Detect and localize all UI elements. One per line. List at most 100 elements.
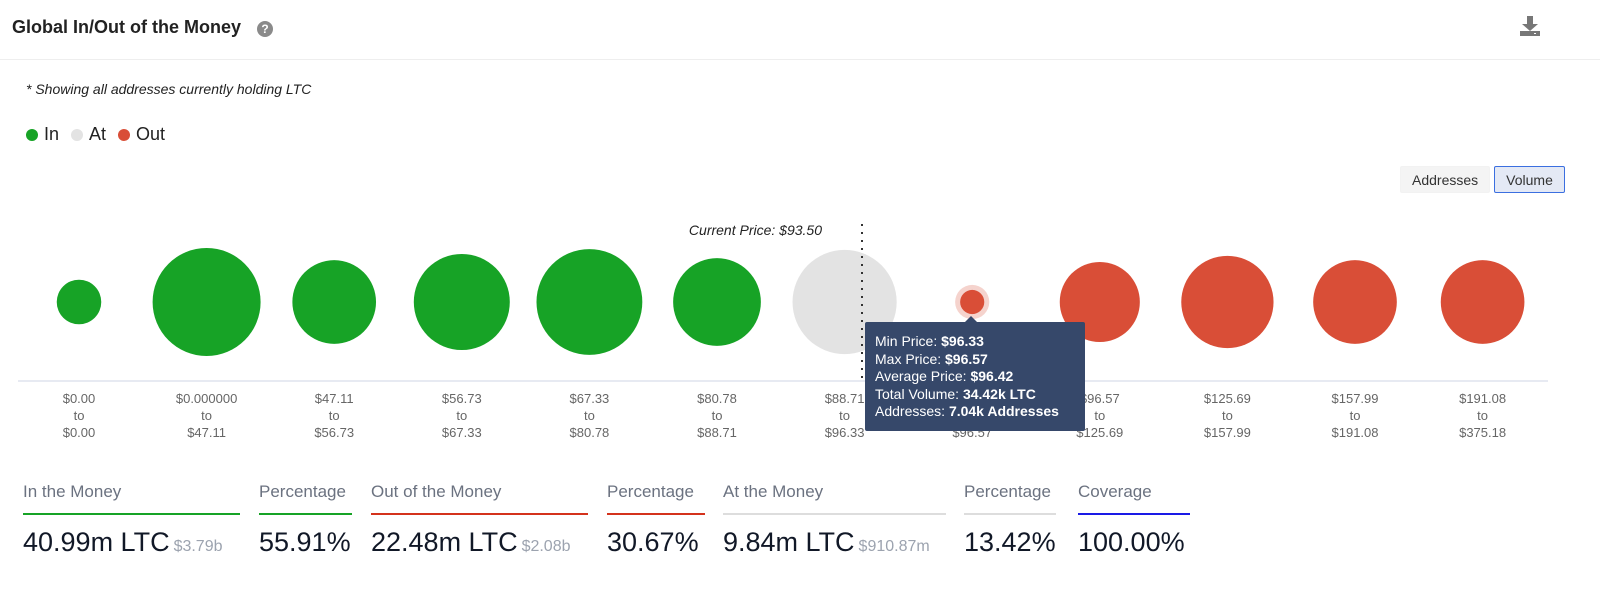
stat-usd-value: $3.79b [173,538,223,555]
bucket-range-label: $375.18 [1459,425,1506,440]
legend-out[interactable]: Out [118,124,165,145]
stat-main-value: 30.67% [607,527,699,557]
bucket-range-label: $67.33 [570,391,610,406]
legend-dot-out [118,128,131,141]
bucket-range-label: to [329,408,340,423]
stat-main-value: 13.42% [964,527,1056,557]
stat-value: 9.84m LTC $910.87m [723,527,946,558]
tooltip-row: Min Price: $96.33 [875,333,1075,351]
tooltip-value: 7.04k Addresses [948,403,1059,419]
tooltip-row: Addresses: 7.04k Addresses [875,403,1075,421]
stat-color-bar [371,513,588,515]
tooltip-row: Average Price: $96.42 [875,368,1075,386]
bucket-range-label: $80.78 [697,391,737,406]
stat-percentage: Percentage 13.42% [964,482,1056,558]
bubble-in[interactable] [536,249,643,355]
stat-label: Percentage [964,482,1051,501]
bucket-range-label: $56.73 [314,425,354,440]
legend-in[interactable]: In [26,124,59,145]
stat-color-bar [723,513,946,515]
stat-label: Percentage [607,482,694,501]
stat-color-bar [964,513,1056,515]
stat-label: Coverage [1078,482,1152,501]
tooltip-value: $96.33 [941,333,984,349]
widget-header: Global In/Out of the Money ? [0,0,1600,60]
stat-usd-value: $910.87m [858,538,930,555]
bucket-range-label: $157.99 [1332,391,1379,406]
holding-note: * Showing all addresses currently holdin… [26,81,312,97]
bubble-out[interactable] [1440,260,1525,344]
stat-color-bar [23,513,240,515]
bucket-range-label: $96.33 [825,425,865,440]
bubble-out[interactable] [1181,255,1274,349]
stat-value: 13.42% [964,527,1056,558]
legend-label: Out [136,124,166,144]
stat-label: Percentage [259,482,346,501]
tooltip-label: Addresses: [875,403,949,419]
bubble-in[interactable] [56,279,102,325]
legend-label: In [44,124,60,144]
addresses-button[interactable]: Addresses [1400,166,1491,193]
download-icon[interactable] [1519,15,1541,37]
current-price-label: Current Price: $93.50 [689,222,822,238]
bubble-chart: $0.00 to $0.00 $0.000000 to $47.11 $47.11 to $56… [18,222,1548,440]
question-circle-icon[interactable]: ? [257,21,273,37]
bubble-out[interactable] [960,289,985,315]
tooltip-value: $96.57 [945,350,988,367]
bucket-range-label: $47.11 [315,391,354,406]
tooltip-row: Total Volume: 34.42k LTC [875,386,1075,404]
bucket-range-label: to [74,408,85,423]
bubble-in[interactable] [413,254,510,350]
legend: In At Out [26,124,165,145]
stat-usd-value: $2.08b [521,538,571,555]
bucket-range-label: to [1222,408,1233,423]
bucket-range-label: to [1350,408,1361,423]
stat-out-of-the-money: Out of the Money 22.48m LTC $2.08b [371,482,588,558]
stat-value: 22.48m LTC $2.08b [371,527,588,558]
bucket-range-label: $0.00 [63,391,96,406]
stat-at-the-money: At the Money 9.84m LTC $910.87m [723,482,946,558]
tooltip-value: $96.42 [970,368,1014,384]
stat-label: Out of the Money [371,482,502,501]
stat-label: In the Money [23,482,122,501]
metric-toggle: Addresses Volume [1400,166,1565,193]
bubble-in[interactable] [292,260,377,344]
bucket-range-label: $67.33 [442,425,482,440]
tooltip-value: 34.42k LTC [962,385,1036,402]
bubble-in[interactable] [152,248,261,356]
bucket-range-label: to [1094,408,1105,423]
legend-label: At [89,124,107,144]
legend-at[interactable]: At [71,124,106,145]
tooltip-row: Max Price: $96.57 [875,351,1075,369]
stat-main-value: 100.00% [1078,527,1185,557]
stat-color-bar [1078,513,1190,515]
bubble-in[interactable] [673,258,761,346]
bucket-range-label: $157.99 [1204,425,1251,440]
tooltip-label: Average Price: [875,368,971,384]
bucket-range-label: $88.71 [697,425,737,440]
bucket-range-label: $96.57 [1080,391,1120,406]
stat-main-value: 40.99m LTC [23,527,170,557]
stat-in-the-money: In the Money 40.99m LTC $3.79b [23,482,240,558]
legend-dot-at [71,128,84,141]
bucket-range-label: to [201,408,212,423]
bucket-range-label: $88.71 [825,391,865,406]
stat-value: 55.91% [259,527,352,558]
tooltip-label: Total Volume: [875,385,963,402]
volume-button[interactable]: Volume [1494,166,1565,193]
stat-main-value: 9.84m LTC [723,527,855,557]
bucket-range-label: $191.08 [1332,425,1379,440]
bucket-tooltip: Min Price: $96.33 Max Price: $96.57 Averag… [865,316,1085,431]
widget-title: Global In/Out of the Money [12,17,241,37]
bubble-out[interactable] [1313,260,1397,344]
tooltip-label: Max Price: [875,350,946,367]
bucket-range-label: $0.000000 [176,391,237,406]
bucket-range-label: $56.73 [442,391,482,406]
stat-color-bar [607,513,705,515]
stat-value: 40.99m LTC $3.79b [23,527,240,558]
bucket-range-label: to [584,408,595,423]
stat-value: 100.00% [1078,527,1190,558]
bucket-range-label: $125.69 [1204,391,1251,406]
bucket-range-label: $191.08 [1459,391,1506,406]
legend-dot-in [26,128,38,141]
